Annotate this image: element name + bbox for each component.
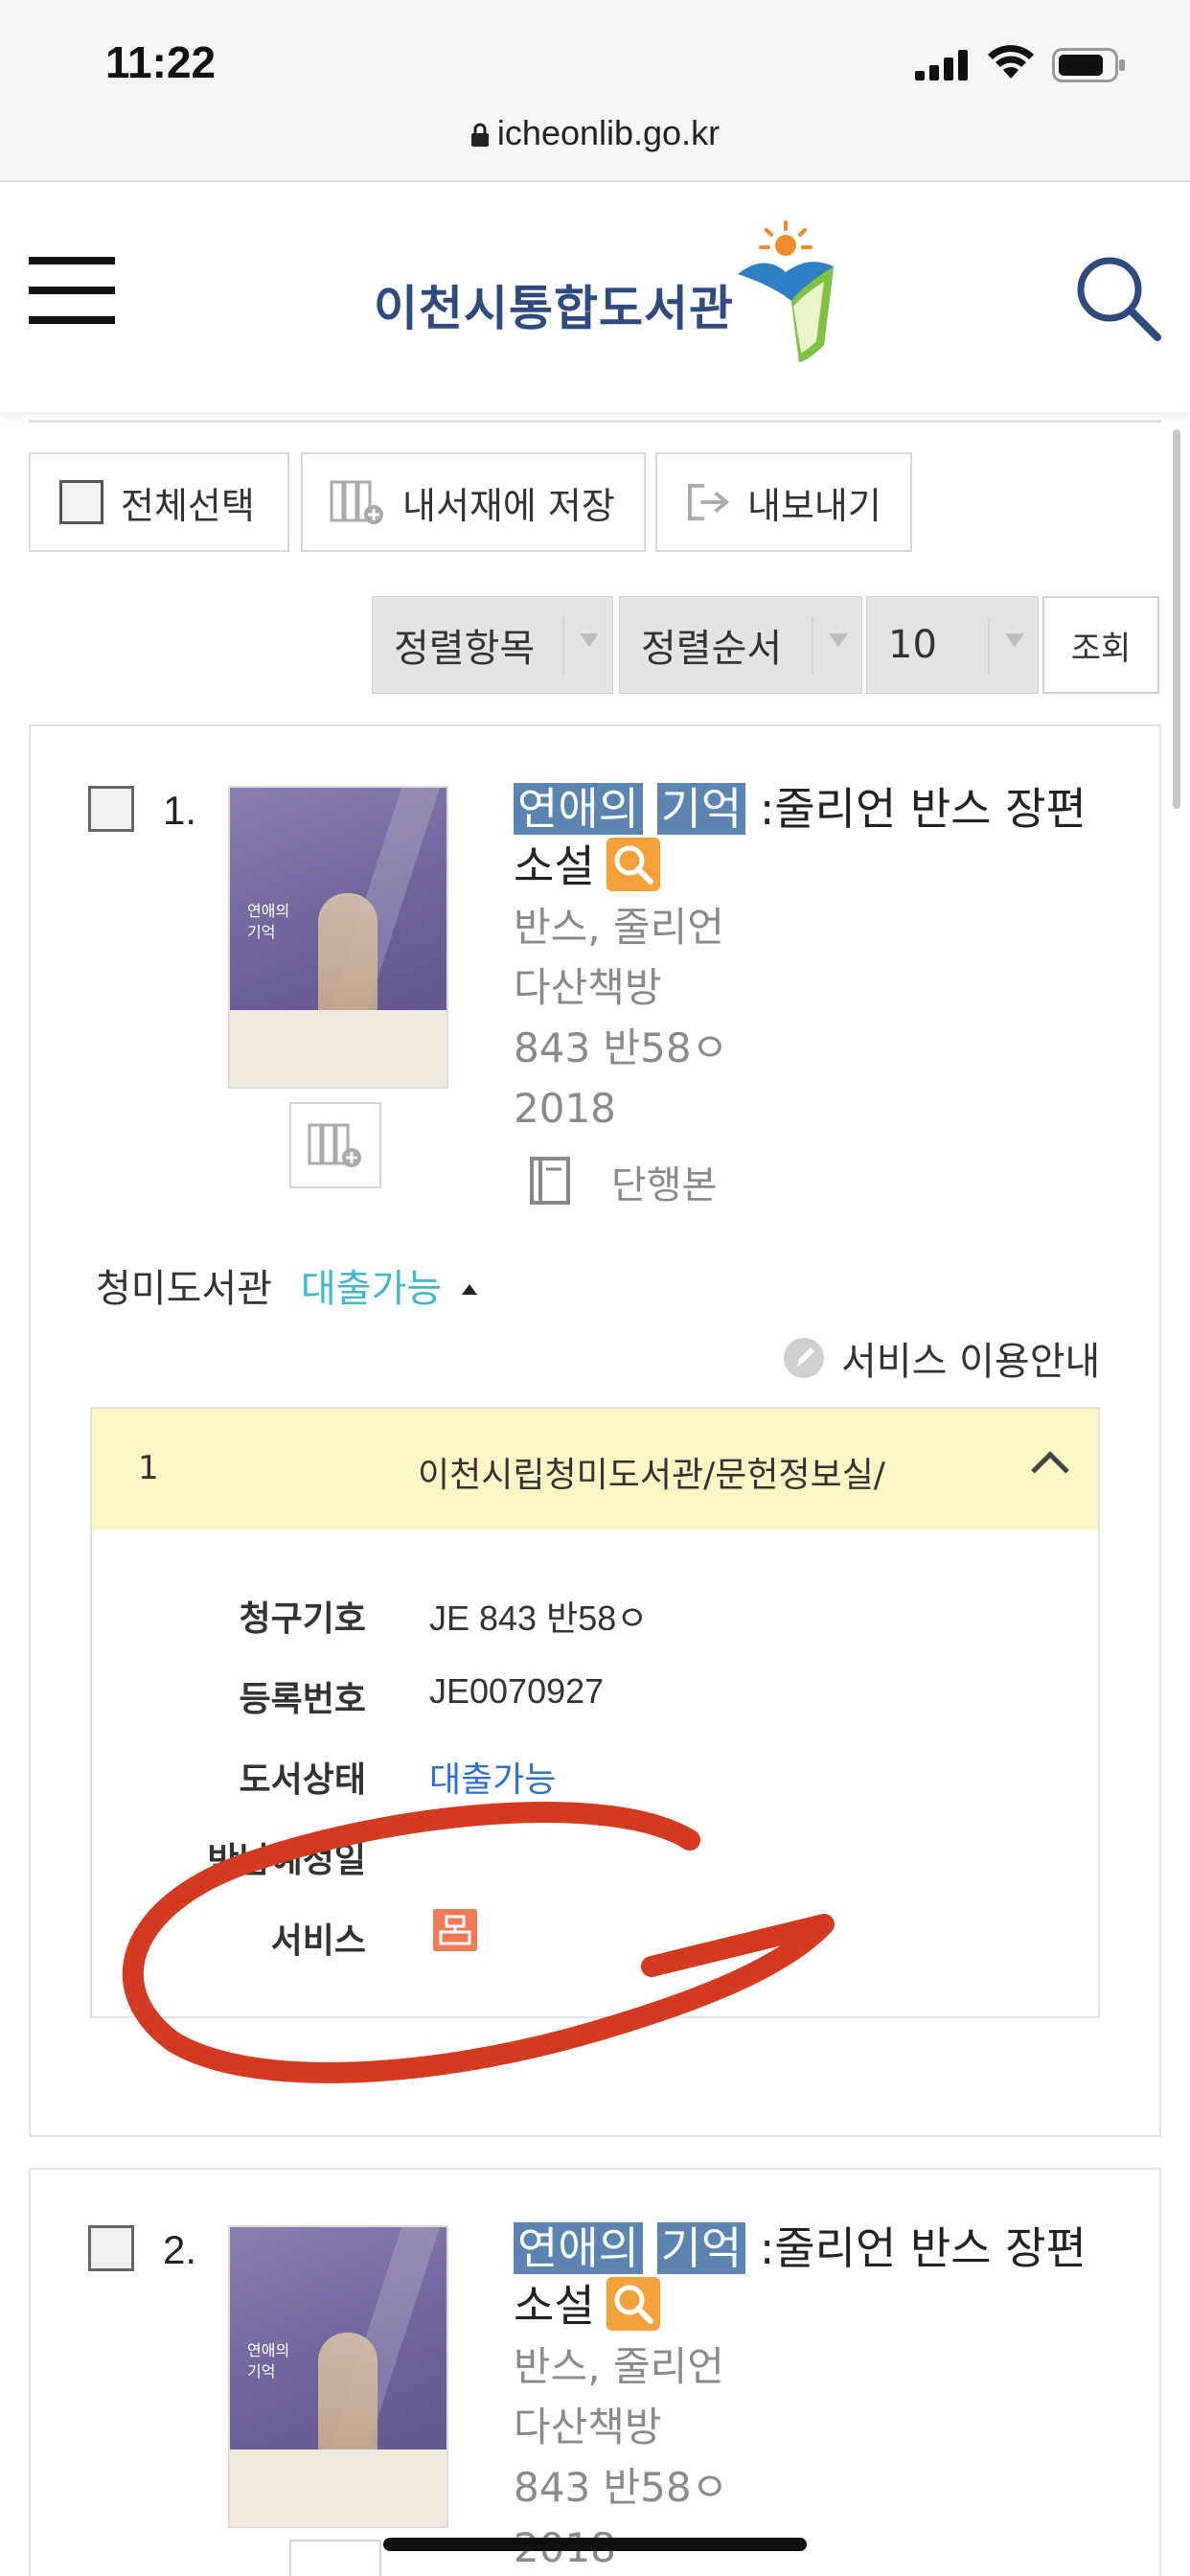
service-guide-link[interactable]: 서비스 이용안내	[784, 1330, 1100, 1386]
registration-value: JE0070927	[429, 1671, 605, 1711]
chevron-down-icon	[1005, 633, 1024, 647]
book-cover-image[interactable]: 연애의 기억	[228, 786, 448, 1089]
result-number: 1.	[163, 788, 197, 833]
chevron-down-icon	[580, 633, 599, 647]
book-year: 2018	[514, 1085, 616, 1132]
book-author: 반스, 줄리언	[514, 904, 724, 951]
sort-field-select[interactable]: 정렬항목	[372, 596, 613, 694]
library-logo-icon[interactable]	[717, 218, 841, 362]
service-guide-label: 서비스 이용안내	[841, 1340, 1101, 1384]
cover-title: 연애의 기억	[247, 902, 290, 941]
sort-order-select[interactable]: 정렬순서	[619, 596, 862, 694]
battery-icon	[1052, 48, 1125, 82]
title-highlight: 기억	[656, 783, 746, 835]
book-type-icon	[530, 1157, 570, 1205]
address-bar[interactable]: icheonlib.go.kr	[0, 113, 1190, 153]
page-size-select[interactable]: 10	[866, 596, 1039, 694]
save-to-shelf-label: 내서재에 저장	[402, 484, 615, 527]
book-title-link[interactable]: 연애의 기억 :줄리언 반스 장편 소설	[514, 780, 1108, 895]
holding-location: 이천시립청미도서관/문헌정보실/	[418, 1456, 885, 1495]
cover-band	[230, 1010, 446, 1087]
url-text: icheonlib.go.kr	[496, 113, 721, 152]
sort-field-value: 정렬항목	[394, 627, 536, 671]
title-rest: :줄리언 반스 장편	[759, 783, 1087, 835]
chevron-up-icon[interactable]	[1031, 1451, 1069, 1489]
status-bar	[0, 0, 1190, 182]
caret-up-icon[interactable]	[462, 1284, 477, 1295]
preview-magnifier-icon[interactable]	[606, 2277, 660, 2331]
title-rest: :줄리언 반스 장편	[759, 2222, 1087, 2274]
book-publisher: 다산책방	[514, 2404, 662, 2450]
status-time: 11:22	[105, 37, 217, 87]
chevron-down-icon	[829, 633, 848, 647]
registration-label: 등록번호	[239, 1680, 366, 1719]
divider	[988, 616, 990, 676]
hamburger-menu-icon[interactable]	[29, 257, 115, 324]
book-title-link[interactable]: 연애의 기억 :줄리언 반스 장편 소설	[514, 2220, 1108, 2334]
title-highlight: 연애의	[514, 783, 643, 835]
holding-header[interactable]: 1 이천시립청미도서관/문헌정보실/	[92, 1409, 1098, 1530]
cover-band	[230, 2450, 446, 2526]
wifi-icon	[988, 45, 1034, 79]
search-icon[interactable]	[1071, 251, 1163, 343]
branch-status-toggle[interactable]: 대출가능	[301, 1257, 442, 1313]
book-publisher: 다산책방	[514, 964, 662, 1011]
site-logo-text[interactable]: 이천시통합도서관	[374, 270, 734, 339]
pencil-icon	[784, 1338, 824, 1378]
cellular-signal-icon	[915, 50, 968, 80]
status-label: 도서상태	[239, 1760, 366, 1800]
export-label: 내보내기	[747, 484, 881, 527]
save-to-shelf-button[interactable]: 내서재에 저장	[301, 452, 646, 552]
book-type: 단행본	[611, 1163, 718, 1208]
preview-magnifier-icon[interactable]	[606, 838, 660, 891]
branch-name: 청미도서관	[96, 1267, 272, 1311]
book-author: 반스, 줄리언	[514, 2343, 724, 2390]
call-number-label: 청구기호	[239, 1599, 366, 1639]
add-to-shelf-button[interactable]	[289, 1102, 381, 1188]
home-indicator[interactable]	[383, 2538, 807, 2551]
title-line2: 소설	[514, 840, 595, 892]
book-cover-image[interactable]: 연애의 기억	[228, 2225, 448, 2528]
result-number: 2.	[163, 2227, 197, 2272]
status-value: 대출가능	[429, 1760, 557, 1799]
query-button[interactable]: 조회	[1042, 596, 1159, 694]
select-all-checkbox[interactable]	[59, 480, 103, 524]
result-checkbox[interactable]	[88, 786, 134, 832]
bookshelf-add-icon	[308, 1123, 361, 1167]
sort-order-value: 정렬순서	[641, 627, 783, 671]
divider	[562, 616, 564, 676]
title-highlight: 연애의	[514, 2222, 643, 2274]
divider	[812, 616, 813, 676]
call-number-value: JE 843 반58ㅇ	[429, 1598, 649, 1638]
select-all-button[interactable]: 전체선택	[29, 452, 289, 552]
page-size-value: 10	[888, 623, 937, 667]
select-all-label: 전체선택	[121, 484, 255, 527]
title-highlight: 기억	[656, 2222, 746, 2274]
book-call-number: 843 반58ㅇ	[514, 2464, 729, 2511]
add-to-shelf-button[interactable]	[289, 2540, 381, 2576]
export-icon	[688, 483, 730, 521]
red-annotation-circle	[122, 1802, 835, 2083]
title-line2: 소설	[514, 2280, 595, 2332]
export-button[interactable]: 내보내기	[655, 452, 912, 552]
book-call-number: 843 반58ㅇ	[514, 1024, 729, 1071]
result-checkbox[interactable]	[88, 2225, 134, 2271]
divider	[29, 420, 1161, 423]
holding-index: 1	[138, 1449, 159, 1487]
scrollbar[interactable]	[1173, 429, 1180, 809]
lock-icon	[470, 123, 489, 147]
bookshelf-add-icon	[330, 480, 383, 524]
cover-title: 연애의 기억	[247, 2341, 290, 2380]
